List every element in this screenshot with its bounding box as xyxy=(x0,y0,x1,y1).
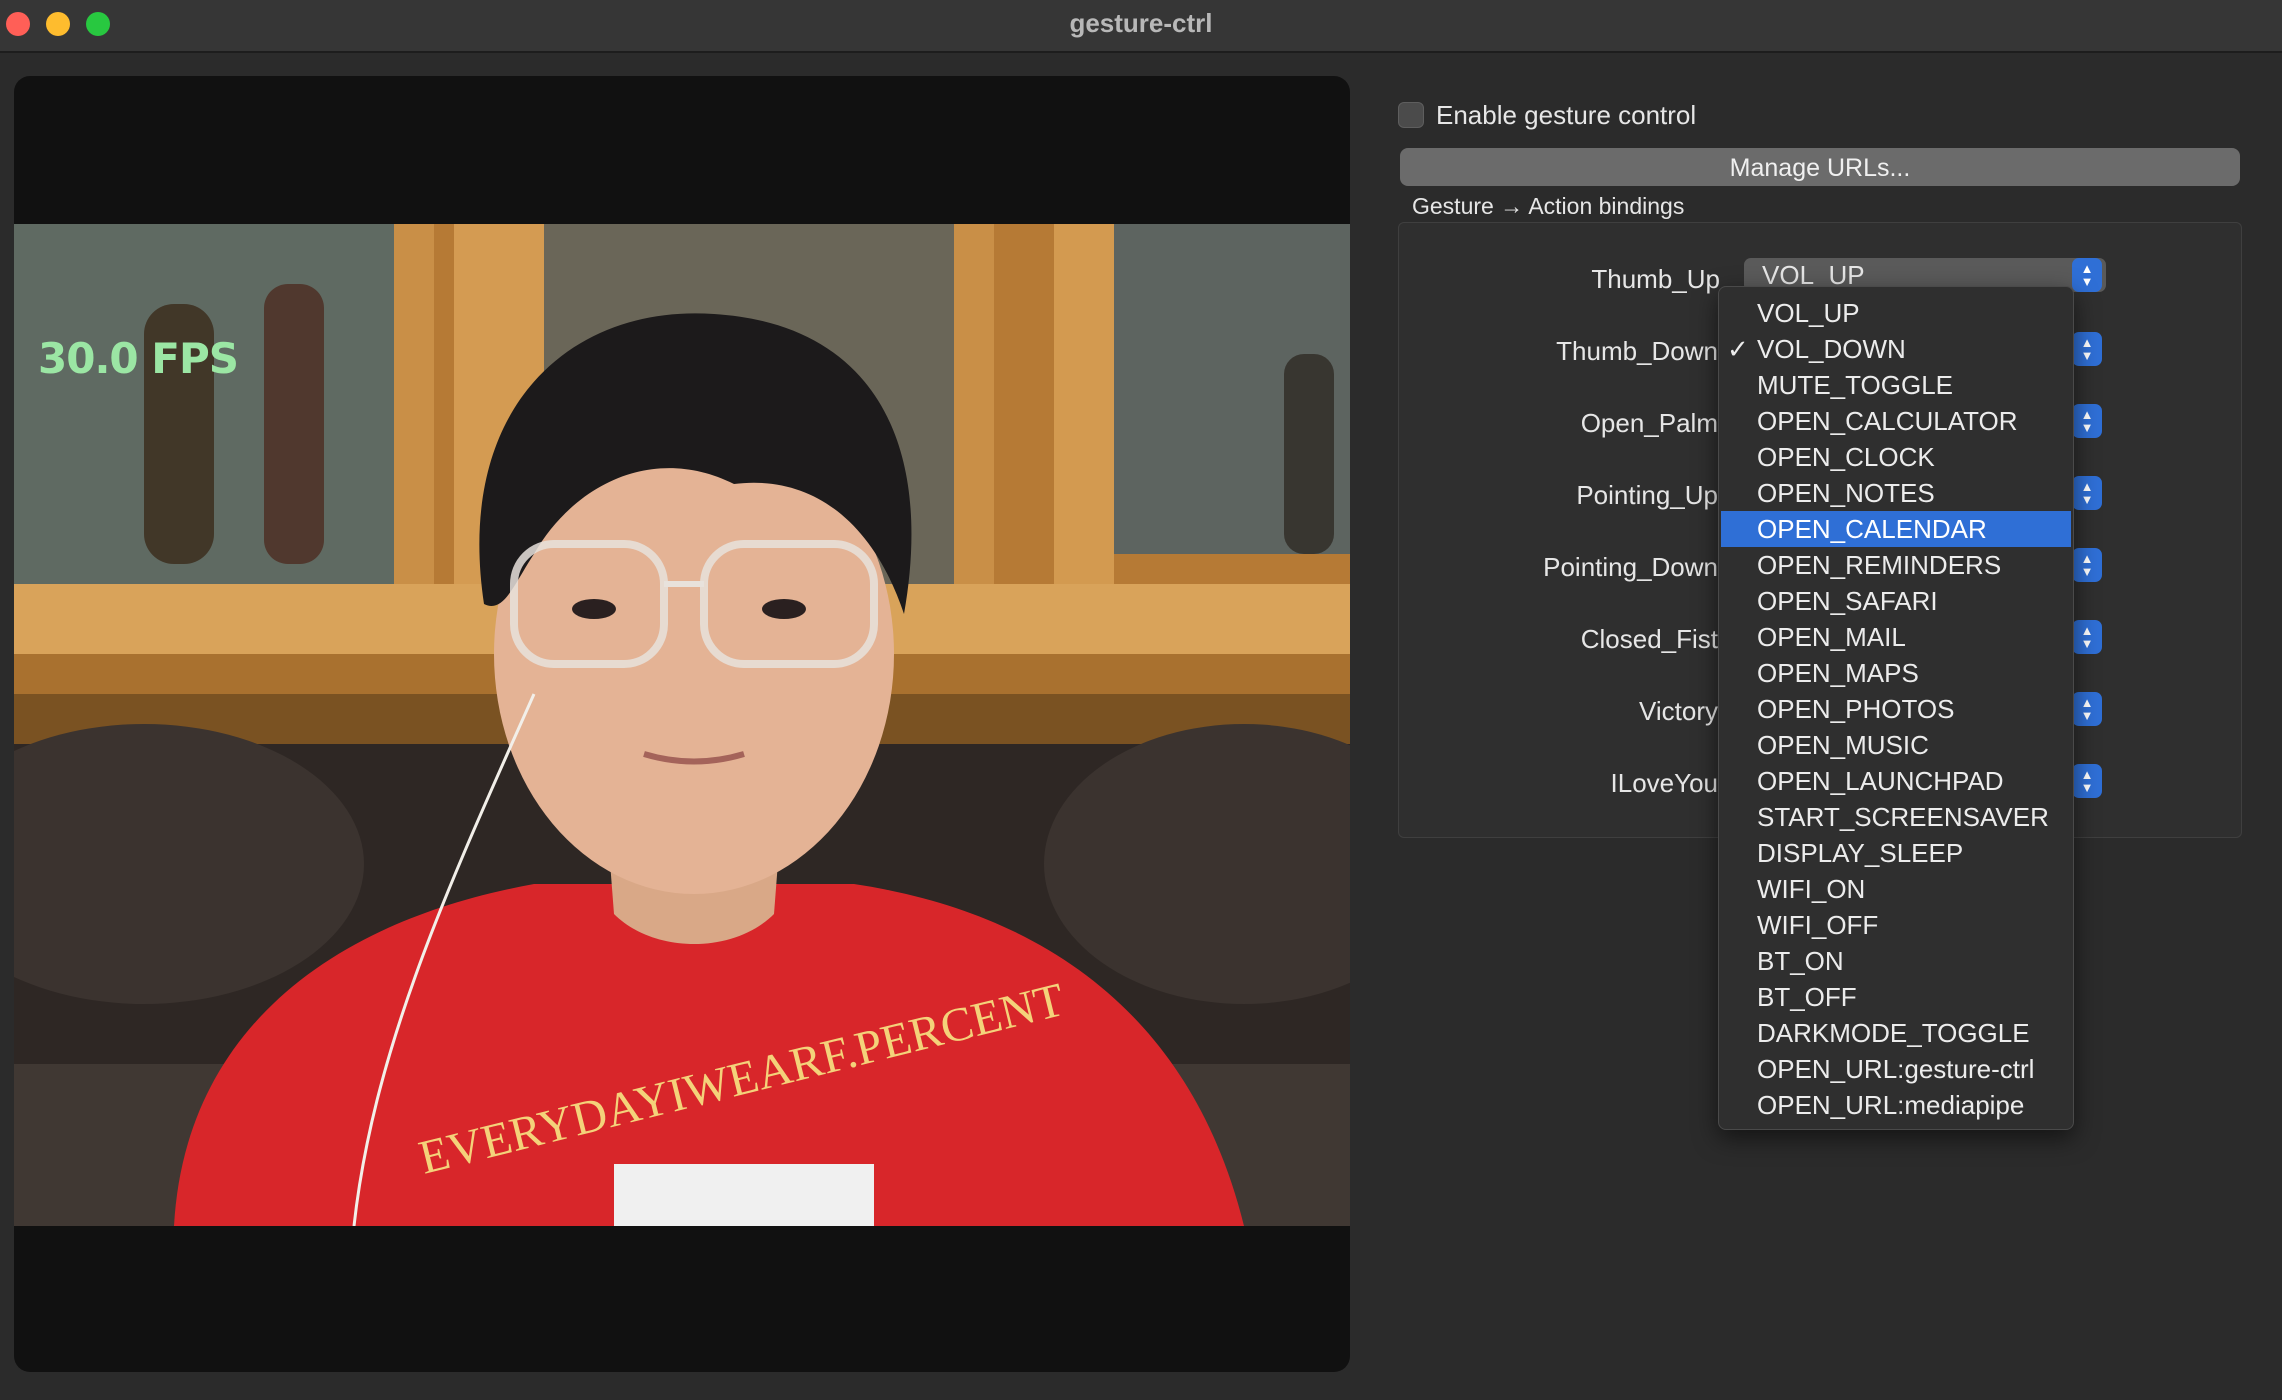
menu-item[interactable]: OPEN_REMINDERS xyxy=(1721,547,2071,583)
enable-gesture-checkbox[interactable] xyxy=(1398,102,1424,128)
menu-item-label: OPEN_MAPS xyxy=(1757,658,1919,688)
menu-item[interactable]: OPEN_URL:gesture-ctrl xyxy=(1721,1051,2071,1087)
menu-item[interactable]: VOL_UP xyxy=(1721,295,2071,331)
menu-item[interactable]: OPEN_CALENDAR xyxy=(1721,511,2071,547)
gesture-label-pointing-down: Pointing_Down xyxy=(1543,552,1718,582)
popup-stepper-icon[interactable]: ▲ ▼ xyxy=(2072,764,2102,798)
window-title: gesture-ctrl xyxy=(1069,8,1213,38)
menu-item-label: DARKMODE_TOGGLE xyxy=(1757,1018,2030,1048)
popup-stepper-icon[interactable]: ▲ ▼ xyxy=(2072,476,2102,510)
menu-item-label: OPEN_URL:mediapipe xyxy=(1757,1090,2025,1120)
manage-urls-button[interactable]: Manage URLs... xyxy=(1400,148,2240,186)
gesture-label-victory: Victory xyxy=(1639,696,1718,726)
menu-item[interactable]: OPEN_LAUNCHPAD xyxy=(1721,763,2071,799)
enable-gesture-row[interactable]: Enable gesture control xyxy=(1398,98,1696,132)
menu-item[interactable]: MUTE_TOGGLE xyxy=(1721,367,2071,403)
menu-item-label: OPEN_MAIL xyxy=(1757,622,1906,652)
menu-item-label: OPEN_CALENDAR xyxy=(1757,514,1987,544)
gesture-label-thumb-down: Thumb_Down xyxy=(1556,336,1718,366)
menu-item-label: OPEN_LAUNCHPAD xyxy=(1757,766,2004,796)
menu-item[interactable]: WIFI_ON xyxy=(1721,871,2071,907)
gesture-label-thumb-up: Thumb_Up xyxy=(1591,264,1720,294)
menu-item-label: VOL_UP xyxy=(1757,298,1860,328)
camera-preview: EVERYDAYIWEARF.PERCENT 30.0 FPS xyxy=(14,76,1350,1372)
title-bar: gesture-ctrl xyxy=(0,0,2282,53)
enable-gesture-label: Enable gesture control xyxy=(1436,99,1697,130)
fps-overlay: 30.0 FPS xyxy=(38,334,239,383)
menu-item[interactable]: OPEN_URL:mediapipe xyxy=(1721,1087,2071,1123)
action-dropdown-menu: VOL_UP ✓ VOL_DOWN MUTE_TOGGLE OPEN_CALCULATO… xyxy=(1718,286,2074,1130)
popup-stepper-icon[interactable]: ▲ ▼ xyxy=(2072,332,2102,366)
popup-stepper-icon[interactable]: ▲ ▼ xyxy=(2072,620,2102,654)
menu-item-label: OPEN_CALCULATOR xyxy=(1757,406,2018,436)
menu-item-label: WIFI_OFF xyxy=(1757,910,1879,940)
bindings-group-title: Gesture → Action bindings xyxy=(1412,193,1685,219)
menu-item[interactable]: BT_OFF xyxy=(1721,979,2071,1015)
menu-item-label: OPEN_SAFARI xyxy=(1757,586,1938,616)
popup-stepper-icon[interactable]: ▲ ▼ xyxy=(2072,404,2102,438)
menu-item-label: MUTE_TOGGLE xyxy=(1757,370,1954,400)
menu-item-label: OPEN_REMINDERS xyxy=(1757,550,2002,580)
menu-item-label: OPEN_MUSIC xyxy=(1757,730,1929,760)
menu-item-label: VOL_DOWN xyxy=(1757,334,1906,364)
menu-item-label: OPEN_PHOTOS xyxy=(1757,694,1955,724)
menu-item[interactable]: OPEN_NOTES xyxy=(1721,475,2071,511)
menu-item[interactable]: OPEN_PHOTOS xyxy=(1721,691,2071,727)
menu-item[interactable]: DARKMODE_TOGGLE xyxy=(1721,1015,2071,1051)
menu-item-label: OPEN_NOTES xyxy=(1757,478,1935,508)
menu-item[interactable]: OPEN_CLOCK xyxy=(1721,439,2071,475)
menu-item[interactable]: OPEN_CALCULATOR xyxy=(1721,403,2071,439)
menu-item-label: OPEN_URL:gesture-ctrl xyxy=(1757,1054,2035,1084)
popup-stepper-icon[interactable]: ▲ ▼ xyxy=(2072,692,2102,726)
menu-item[interactable]: WIFI_OFF xyxy=(1721,907,2071,943)
menu-item-label: BT_OFF xyxy=(1757,982,1857,1012)
menu-item[interactable]: OPEN_MAPS xyxy=(1721,655,2071,691)
gesture-label-closed-fist: Closed_Fist xyxy=(1580,624,1718,654)
gesture-label-pointing-up: Pointing_Up xyxy=(1576,480,1718,510)
popup-stepper-icon[interactable]: ▲ ▼ xyxy=(2072,548,2102,582)
menu-item[interactable]: START_SCREENSAVER xyxy=(1721,799,2071,835)
gesture-label-open-palm: Open_Palm xyxy=(1580,408,1718,438)
menu-item-label: OPEN_CLOCK xyxy=(1757,442,1935,472)
menu-item[interactable]: OPEN_MUSIC xyxy=(1721,727,2071,763)
popup-stepper-icon[interactable]: ▲ ▼ xyxy=(2072,258,2102,292)
checkmark-icon: ✓ xyxy=(1727,334,1749,364)
menu-item-label: BT_ON xyxy=(1757,946,1844,976)
menu-item[interactable]: OPEN_SAFARI xyxy=(1721,583,2071,619)
menu-item-label: WIFI_ON xyxy=(1757,874,1866,904)
menu-item[interactable]: ✓ VOL_DOWN xyxy=(1721,331,2071,367)
menu-item[interactable]: OPEN_MAIL xyxy=(1721,619,2071,655)
menu-item-label: DISPLAY_SLEEP xyxy=(1757,838,1964,868)
menu-item-label: START_SCREENSAVER xyxy=(1757,802,2049,832)
menu-item[interactable]: DISPLAY_SLEEP xyxy=(1721,835,2071,871)
camera-frame: EVERYDAYIWEARF.PERCENT 30.0 FPS xyxy=(14,224,1350,1226)
gesture-label-iloveyou: ILoveYou xyxy=(1610,768,1718,798)
menu-item[interactable]: BT_ON xyxy=(1721,943,2071,979)
